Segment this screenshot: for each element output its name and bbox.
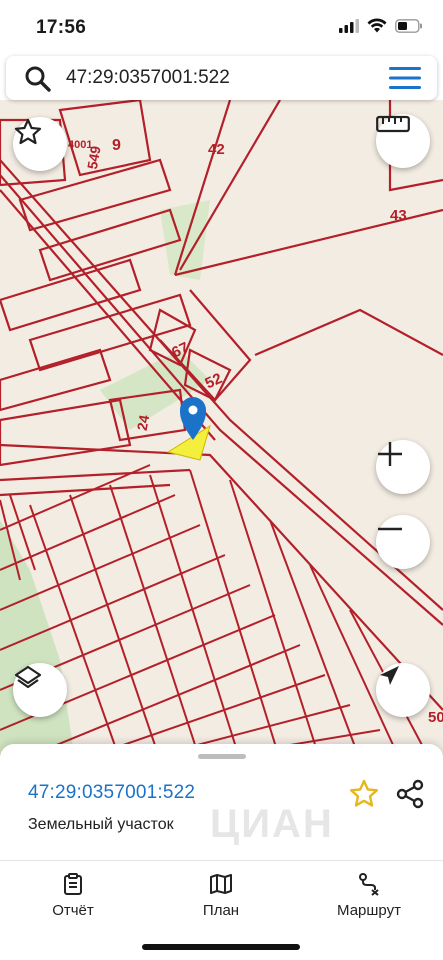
route-icon bbox=[359, 873, 379, 896]
map-canvas[interactable]: 4001 549 9 42 43 67 52 24 50 bbox=[0, 100, 443, 760]
map-label: 50 bbox=[428, 709, 443, 726]
plus-icon bbox=[378, 442, 402, 466]
search-input[interactable] bbox=[66, 64, 366, 92]
home-indicator[interactable] bbox=[142, 944, 300, 950]
watermark: ЦИАН bbox=[210, 802, 334, 846]
parcel-bottom-sheet: ЦИАН 47:29:0357001:522 Земельный участок… bbox=[0, 744, 443, 960]
tab-label: План bbox=[202, 902, 240, 919]
cadastral-map[interactable]: 4001 549 9 42 43 67 52 24 50 bbox=[0, 100, 443, 760]
map-label: 43 bbox=[390, 207, 407, 224]
star-outline-icon bbox=[14, 118, 42, 145]
minus-icon bbox=[378, 527, 402, 531]
favorite-map-button[interactable] bbox=[13, 117, 67, 171]
tab-label: Маршрут bbox=[337, 902, 401, 919]
search-bar bbox=[6, 56, 437, 100]
green-area-left bbox=[0, 520, 75, 760]
share-icon[interactable] bbox=[394, 778, 426, 810]
locate-button[interactable] bbox=[376, 663, 430, 717]
zoom-out-button[interactable] bbox=[376, 515, 430, 569]
ruler-button[interactable] bbox=[376, 114, 430, 168]
report-clipboard-icon bbox=[64, 873, 82, 895]
layers-button[interactable] bbox=[13, 663, 67, 717]
tab-route[interactable]: Маршрут bbox=[314, 872, 424, 920]
layers-icon bbox=[14, 665, 42, 689]
status-bar: 17:56 bbox=[0, 0, 443, 56]
map-label: 24 bbox=[134, 413, 152, 431]
sheet-divider bbox=[0, 860, 443, 861]
menu-icon[interactable] bbox=[389, 66, 421, 90]
status-time: 17:56 bbox=[36, 17, 87, 38]
status-icons bbox=[339, 18, 423, 33]
sheet-drag-handle[interactable] bbox=[198, 754, 246, 759]
navigation-arrow-icon bbox=[380, 666, 399, 685]
tab-plan[interactable]: План bbox=[166, 872, 276, 920]
cellular-signal-icon bbox=[339, 18, 359, 33]
bottom-tab-bar: Отчёт План Маршрут bbox=[0, 862, 443, 922]
search-icon[interactable] bbox=[24, 65, 52, 93]
battery-icon bbox=[395, 18, 422, 33]
tab-report[interactable]: Отчёт bbox=[18, 872, 128, 920]
map-label: 549 bbox=[84, 144, 104, 170]
map-plan-icon bbox=[210, 874, 232, 894]
tab-label: Отчёт bbox=[52, 902, 94, 919]
parcel-type: Земельный участок bbox=[28, 816, 174, 833]
map-label: 42 bbox=[208, 141, 225, 158]
parcel-lines bbox=[0, 100, 443, 711]
wifi-icon bbox=[367, 18, 387, 33]
star-icon[interactable] bbox=[348, 778, 380, 810]
parcel-cadastral-number[interactable]: 47:29:0357001:522 bbox=[28, 782, 195, 804]
ruler-icon bbox=[376, 115, 410, 133]
zoom-in-button[interactable] bbox=[376, 440, 430, 494]
map-label: 9 bbox=[112, 137, 121, 154]
